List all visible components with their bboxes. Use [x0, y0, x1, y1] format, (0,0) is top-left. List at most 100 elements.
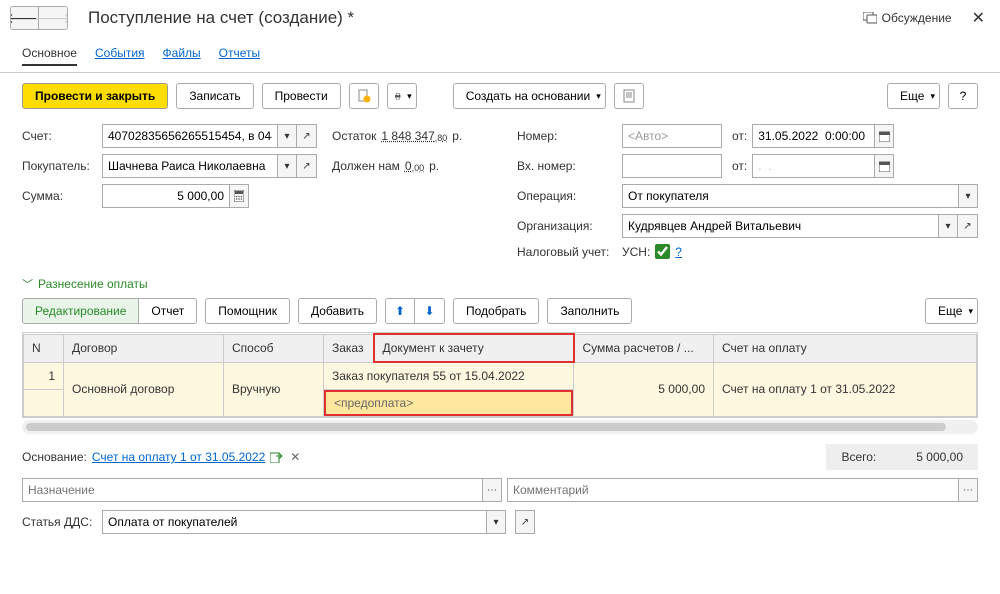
scroll-thumb[interactable] — [26, 423, 946, 431]
move-up-button[interactable]: ⬆ — [385, 298, 415, 324]
cell-contract[interactable]: Основной договор — [64, 362, 224, 417]
account-label: Счет: — [22, 129, 97, 143]
cell-prepay[interactable]: <предоплата> — [324, 390, 573, 416]
org-input[interactable] — [622, 214, 938, 238]
tax-checkbox[interactable] — [655, 244, 670, 259]
date-input[interactable] — [752, 124, 874, 148]
discuss-button[interactable]: Обсуждение — [863, 11, 952, 25]
save-button[interactable]: Записать — [176, 83, 253, 109]
col-n[interactable]: N — [24, 334, 64, 362]
add-row-button[interactable]: Добавить — [298, 298, 377, 324]
buyer-dropdown-button[interactable]: ▾ — [277, 154, 297, 178]
table-more-button[interactable]: Еще ▾ — [925, 298, 978, 324]
dds-input[interactable] — [102, 510, 486, 534]
col-order[interactable]: Заказ — [324, 334, 374, 362]
col-sum[interactable]: Сумма расчетов / ... — [574, 334, 714, 362]
more-label: Еще — [900, 89, 924, 103]
dds-open-button[interactable]: ↗ — [515, 510, 535, 534]
cell-order[interactable]: Заказ покупателя 55 от 15.04.2022 — [324, 362, 574, 390]
account-input[interactable] — [102, 124, 277, 148]
calendar-icon — [879, 161, 890, 172]
dds-dropdown-button[interactable]: ▾ — [486, 510, 506, 534]
tax-help-link[interactable]: ? — [675, 245, 682, 259]
tab-reports[interactable]: Отчеты — [219, 42, 260, 66]
post-and-close-button[interactable]: Провести и закрыть — [22, 83, 168, 109]
payment-section-header[interactable]: ﹀ Разнесение оплаты — [0, 270, 1000, 298]
forward-button[interactable]: 🡒 — [39, 7, 67, 29]
printer-icon — [394, 89, 401, 103]
report-mode-button[interactable]: Отчет — [139, 298, 197, 324]
col-invoice[interactable]: Счет на оплату — [714, 334, 977, 362]
operation-dropdown-button[interactable]: ▾ — [958, 184, 978, 208]
caret-down-icon: ▾ — [407, 91, 412, 102]
edit-mode-button[interactable]: Редактирование — [22, 298, 139, 324]
col-document[interactable]: Документ к зачету — [374, 334, 574, 362]
total-value: 5 000,00 — [916, 450, 963, 464]
account-open-button[interactable]: ↗ — [297, 124, 317, 148]
cell-n: 1 — [24, 362, 64, 390]
calendar-button-2[interactable] — [874, 154, 894, 178]
clear-basis-button[interactable]: ✕ — [290, 450, 300, 464]
pick-button[interactable]: Подобрать — [453, 298, 539, 324]
balance-link[interactable]: 1 848 347,80 — [381, 129, 447, 143]
report-icon — [622, 89, 636, 103]
balance-label: Остаток — [332, 129, 376, 143]
from-label-2: от: — [732, 159, 747, 173]
col-contract[interactable]: Договор — [64, 334, 224, 362]
org-label: Организация: — [517, 219, 617, 233]
number-input[interactable] — [622, 124, 722, 148]
buyer-input[interactable] — [102, 154, 277, 178]
post-button[interactable]: Провести — [262, 83, 341, 109]
buyer-open-button[interactable]: ↗ — [297, 154, 317, 178]
calendar-button[interactable] — [874, 124, 894, 148]
cell-invoice[interactable]: Счет на оплату 1 от 31.05.2022 — [714, 362, 977, 417]
cell-method[interactable]: Вручную — [224, 362, 324, 417]
purpose-input[interactable] — [22, 478, 482, 502]
account-dropdown-button[interactable]: ▾ — [277, 124, 297, 148]
create-based-button[interactable]: Создать на основании ▾ — [453, 83, 606, 109]
total-box: Всего: 5 000,00 — [826, 444, 978, 470]
more-button[interactable]: Еще ▾ — [887, 83, 940, 109]
horizontal-scrollbar[interactable] — [22, 420, 978, 434]
calculator-button[interactable] — [229, 184, 249, 208]
nav-buttons: 🡐 🡒 — [10, 6, 68, 30]
report-icon-button[interactable] — [614, 83, 644, 109]
sum-label: Сумма: — [22, 189, 97, 203]
tab-events[interactable]: События — [95, 42, 145, 66]
purpose-expand-button[interactable]: ⋯ — [482, 478, 502, 502]
basis-link[interactable]: Счет на оплату 1 от 31.05.2022 — [92, 450, 265, 464]
cell-n-empty — [24, 390, 64, 417]
comment-expand-button[interactable]: ⋯ — [958, 478, 978, 502]
tab-main[interactable]: Основное — [22, 42, 77, 66]
org-open-button[interactable]: ↗ — [958, 214, 978, 238]
table-more-label: Еще — [938, 304, 962, 318]
chat-icon — [863, 12, 877, 24]
arrow-up-icon: ⬆ — [395, 304, 405, 318]
sum-input[interactable] — [102, 184, 229, 208]
comment-input[interactable] — [507, 478, 958, 502]
col-method[interactable]: Способ — [224, 334, 324, 362]
tab-files[interactable]: Файлы — [163, 42, 201, 66]
arrow-down-icon: ⬇ — [424, 304, 434, 318]
org-dropdown-button[interactable]: ▾ — [938, 214, 958, 238]
balance-currency: р. — [452, 129, 462, 143]
operation-select[interactable] — [622, 184, 958, 208]
dds-label: Статья ДДС: — [22, 515, 97, 529]
table-row[interactable]: 1 Основной договор Вручную Заказ покупат… — [24, 362, 977, 390]
helper-button[interactable]: Помощник — [205, 298, 290, 324]
fill-button[interactable]: Заполнить — [547, 298, 632, 324]
in-number-input[interactable] — [622, 154, 722, 178]
tabs: Основное События Файлы Отчеты — [0, 36, 1000, 73]
basis-open-icon[interactable] — [270, 452, 283, 463]
print-button[interactable]: ▾ — [387, 83, 417, 109]
in-date-input[interactable] — [752, 154, 874, 178]
cell-sum[interactable]: 5 000,00 — [574, 362, 714, 417]
close-button[interactable]: ✕ — [967, 8, 990, 28]
owed-label: Должен нам — [332, 159, 400, 173]
move-down-button[interactable]: ⬇ — [415, 298, 445, 324]
help-button[interactable]: ? — [948, 83, 978, 109]
table-toolbar: Редактирование Отчет Помощник Добавить ⬆… — [0, 298, 1000, 332]
owed-link[interactable]: 0,00 — [405, 159, 424, 173]
create-based-label: Создать на основании — [466, 89, 591, 103]
attach-button[interactable] — [349, 83, 379, 109]
